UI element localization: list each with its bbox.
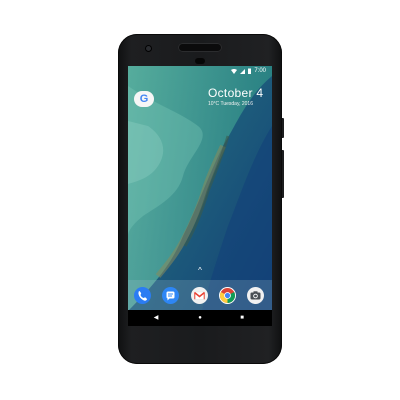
messages-icon[interactable] <box>162 287 179 304</box>
status-bar: 7:00 <box>128 66 272 77</box>
home-screen: 7:00 G October 4 10°C Tuesday, 2016 ^ ◀ … <box>128 66 272 326</box>
status-time: 7:00 <box>254 68 266 74</box>
phone-icon[interactable] <box>134 287 151 304</box>
dock <box>128 280 272 310</box>
google-search-button[interactable]: G <box>134 91 154 107</box>
chrome-icon[interactable] <box>219 287 236 304</box>
battery-icon <box>248 68 252 74</box>
recents-button[interactable]: ■ <box>236 313 248 323</box>
gmail-icon[interactable] <box>191 287 208 304</box>
back-button[interactable]: ◀ <box>150 313 162 323</box>
wifi-icon <box>231 68 238 74</box>
date-widget[interactable]: October 4 <box>208 86 263 100</box>
signal-icon <box>240 68 246 74</box>
camera-icon[interactable] <box>247 287 264 304</box>
app-drawer-arrow-icon[interactable]: ^ <box>194 266 206 275</box>
navigation-bar: ◀ ● ■ <box>128 310 272 326</box>
google-g-icon: G <box>139 93 149 105</box>
front-camera <box>145 45 152 52</box>
weather-subtext: 10°C Tuesday, 2016 <box>208 101 253 107</box>
home-button[interactable]: ● <box>194 313 206 323</box>
proximity-sensor <box>195 58 205 64</box>
earpiece-speaker <box>178 43 222 52</box>
